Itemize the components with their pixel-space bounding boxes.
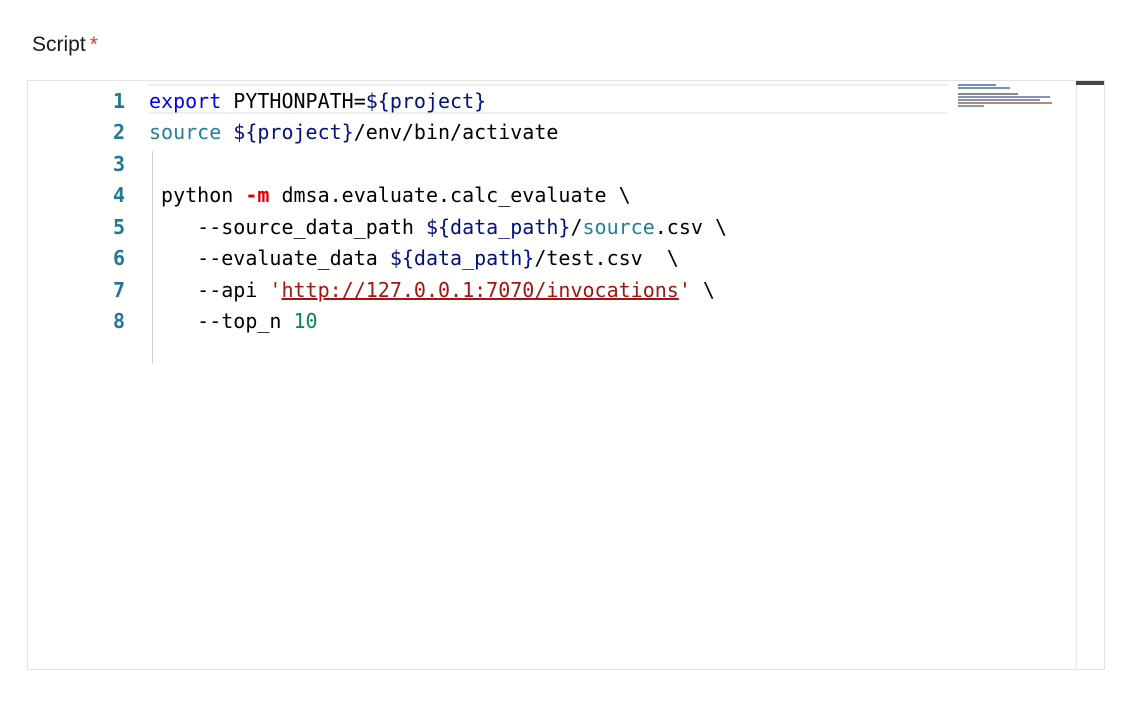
vertical-scrollbar[interactable]	[1076, 81, 1104, 669]
script-field-label: Script *	[32, 33, 98, 57]
data-path-variable: ${data_path}	[389, 246, 535, 270]
csv-extension: .csv \	[654, 215, 727, 239]
line-number-8: 8	[112, 309, 125, 333]
project-variable: ${project}	[365, 89, 487, 113]
api-arg: --api	[149, 278, 270, 302]
line-number-2: 2	[112, 120, 125, 144]
minimap-line	[958, 105, 984, 107]
minimap-line	[958, 93, 1018, 95]
code-line-6[interactable]: --evaluate_data ${data_path}/test.csv \	[149, 243, 679, 273]
top-n-value: 10	[293, 309, 318, 333]
line-number-gutter: 1 2 3 4 5 6 7 8	[28, 81, 148, 669]
code-line-1[interactable]: export PYTHONPATH=${project}	[149, 86, 486, 116]
keyword-source: source	[149, 120, 222, 144]
open-quote: '	[269, 278, 282, 302]
code-text-area[interactable]: export PYTHONPATH=${project} source ${pr…	[149, 81, 1074, 669]
line-number-3: 3	[112, 152, 125, 176]
module-flag: -m	[245, 183, 270, 207]
minimap-line	[958, 84, 996, 86]
api-url-link[interactable]: http://127.0.0.1:7070/invocations	[281, 278, 678, 302]
line-number-1: 1	[112, 89, 125, 113]
line-continuation: \	[690, 278, 715, 302]
code-line-2[interactable]: source ${project}/env/bin/activate	[149, 117, 558, 147]
code-line-7[interactable]: --api 'http://127.0.0.1:7070/invocations…	[149, 275, 715, 305]
project-variable: ${project}	[233, 120, 354, 144]
scrollbar-slider[interactable]	[1076, 81, 1104, 85]
keyword-export: export	[149, 89, 222, 113]
source-data-path-arg: --source_data_path	[149, 215, 426, 239]
code-line-5[interactable]: --source_data_path ${data_path}/source.c…	[149, 212, 727, 242]
minimap-line	[958, 102, 1052, 104]
editor-minimap[interactable]	[958, 84, 1078, 144]
evaluate-data-arg: --evaluate_data	[149, 246, 390, 270]
line-number-7: 7	[112, 278, 125, 302]
minimap-line	[958, 87, 1010, 89]
required-asterisk: *	[89, 33, 98, 56]
close-quote: '	[678, 278, 691, 302]
top-n-arg: --top_n	[149, 309, 294, 333]
module-name: dmsa.evaluate.calc_evaluate \	[269, 183, 631, 207]
line-number-5: 5	[112, 215, 125, 239]
pythonpath-assignment: PYTHONPATH=	[221, 89, 366, 113]
code-line-8[interactable]: --top_n 10	[149, 306, 318, 336]
test-csv-path: /test.csv \	[534, 246, 679, 270]
minimap-line	[958, 99, 1040, 101]
python-command: python	[161, 183, 246, 207]
path-slash: /	[570, 215, 583, 239]
code-line-4[interactable]: python -m dmsa.evaluate.calc_evaluate \	[149, 180, 631, 210]
minimap-line	[958, 96, 1050, 98]
source-filename: source	[582, 215, 655, 239]
data-path-variable: ${data_path}	[425, 215, 571, 239]
code-editor[interactable]: 1 2 3 4 5 6 7 8 export PYTHONPATH=${proj…	[27, 80, 1105, 670]
line-number-4: 4	[112, 183, 125, 207]
line-number-6: 6	[112, 246, 125, 270]
activate-path: /env/bin/activate	[353, 120, 559, 144]
script-label-text: Script	[32, 33, 86, 56]
